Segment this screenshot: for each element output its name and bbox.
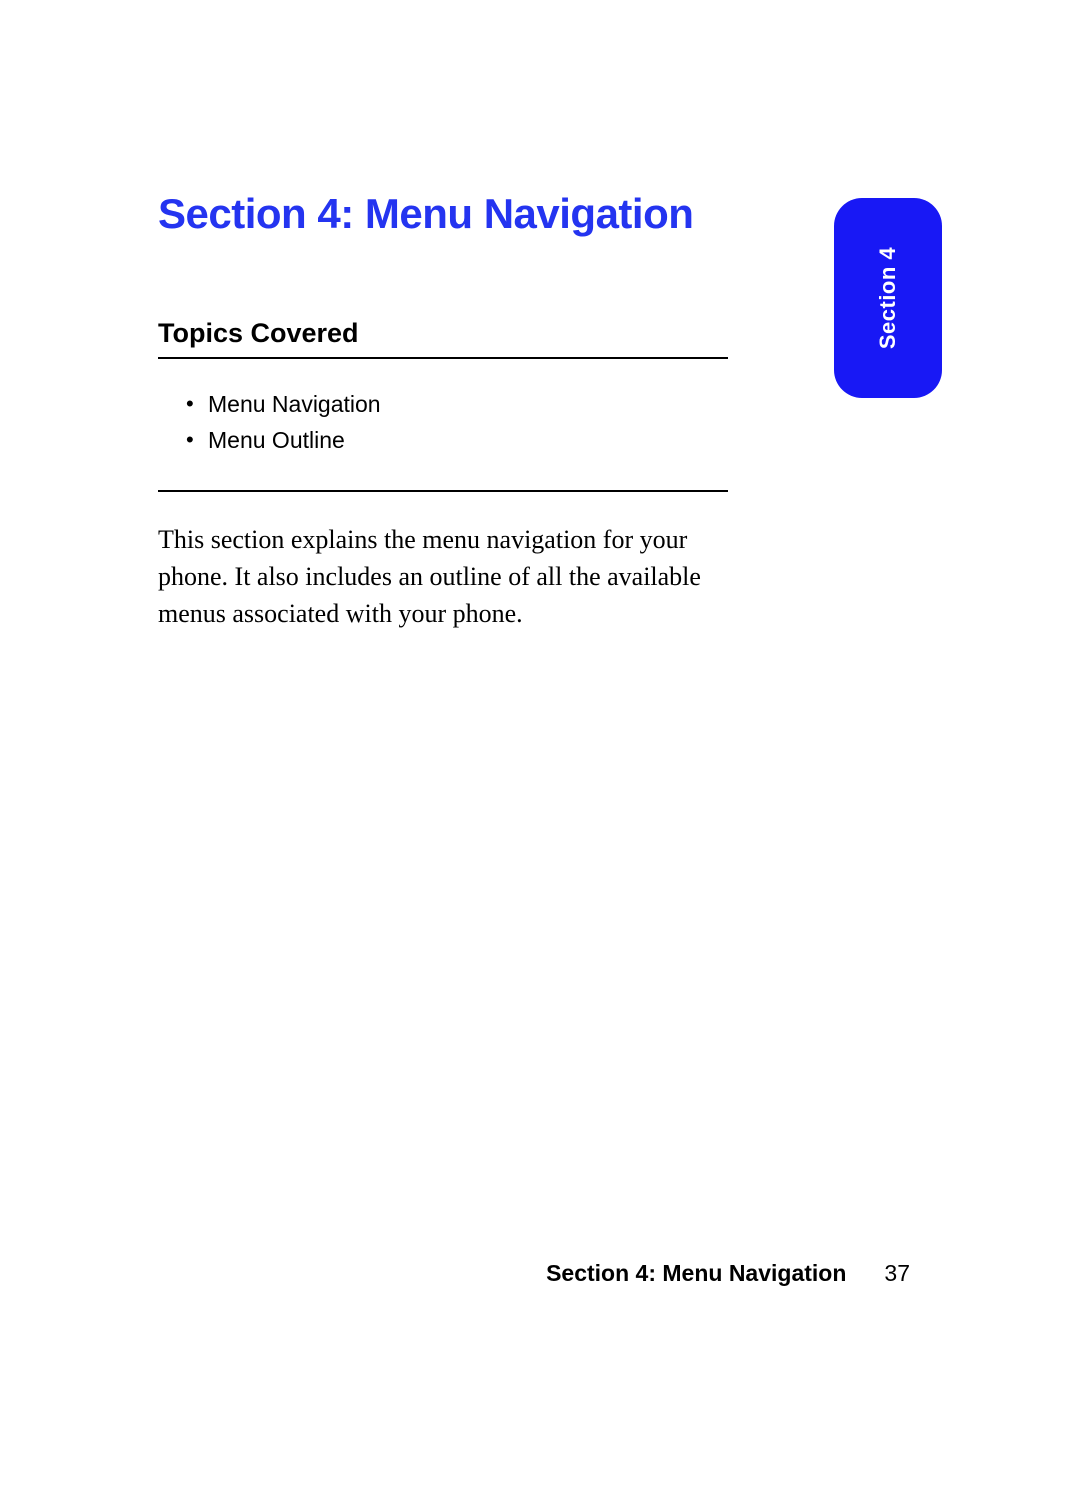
section-body-text: This section explains the menu navigatio… [158, 522, 728, 633]
list-item: Menu Outline [186, 423, 728, 459]
section-tab-label: Section 4 [875, 247, 901, 349]
footer-page-number: 37 [884, 1260, 910, 1287]
footer-section-title: Section 4: Menu Navigation [546, 1260, 846, 1287]
divider [158, 490, 728, 492]
page-content: Section 4: Menu Navigation Topics Covere… [158, 190, 728, 633]
section-tab: Section 4 [834, 198, 942, 398]
topics-list: Menu Navigation Menu Outline [158, 387, 728, 458]
topics-covered-heading: Topics Covered [158, 318, 728, 359]
page-footer: Section 4: Menu Navigation 37 [546, 1260, 910, 1287]
list-item: Menu Navigation [186, 387, 728, 423]
section-title: Section 4: Menu Navigation [158, 190, 728, 238]
